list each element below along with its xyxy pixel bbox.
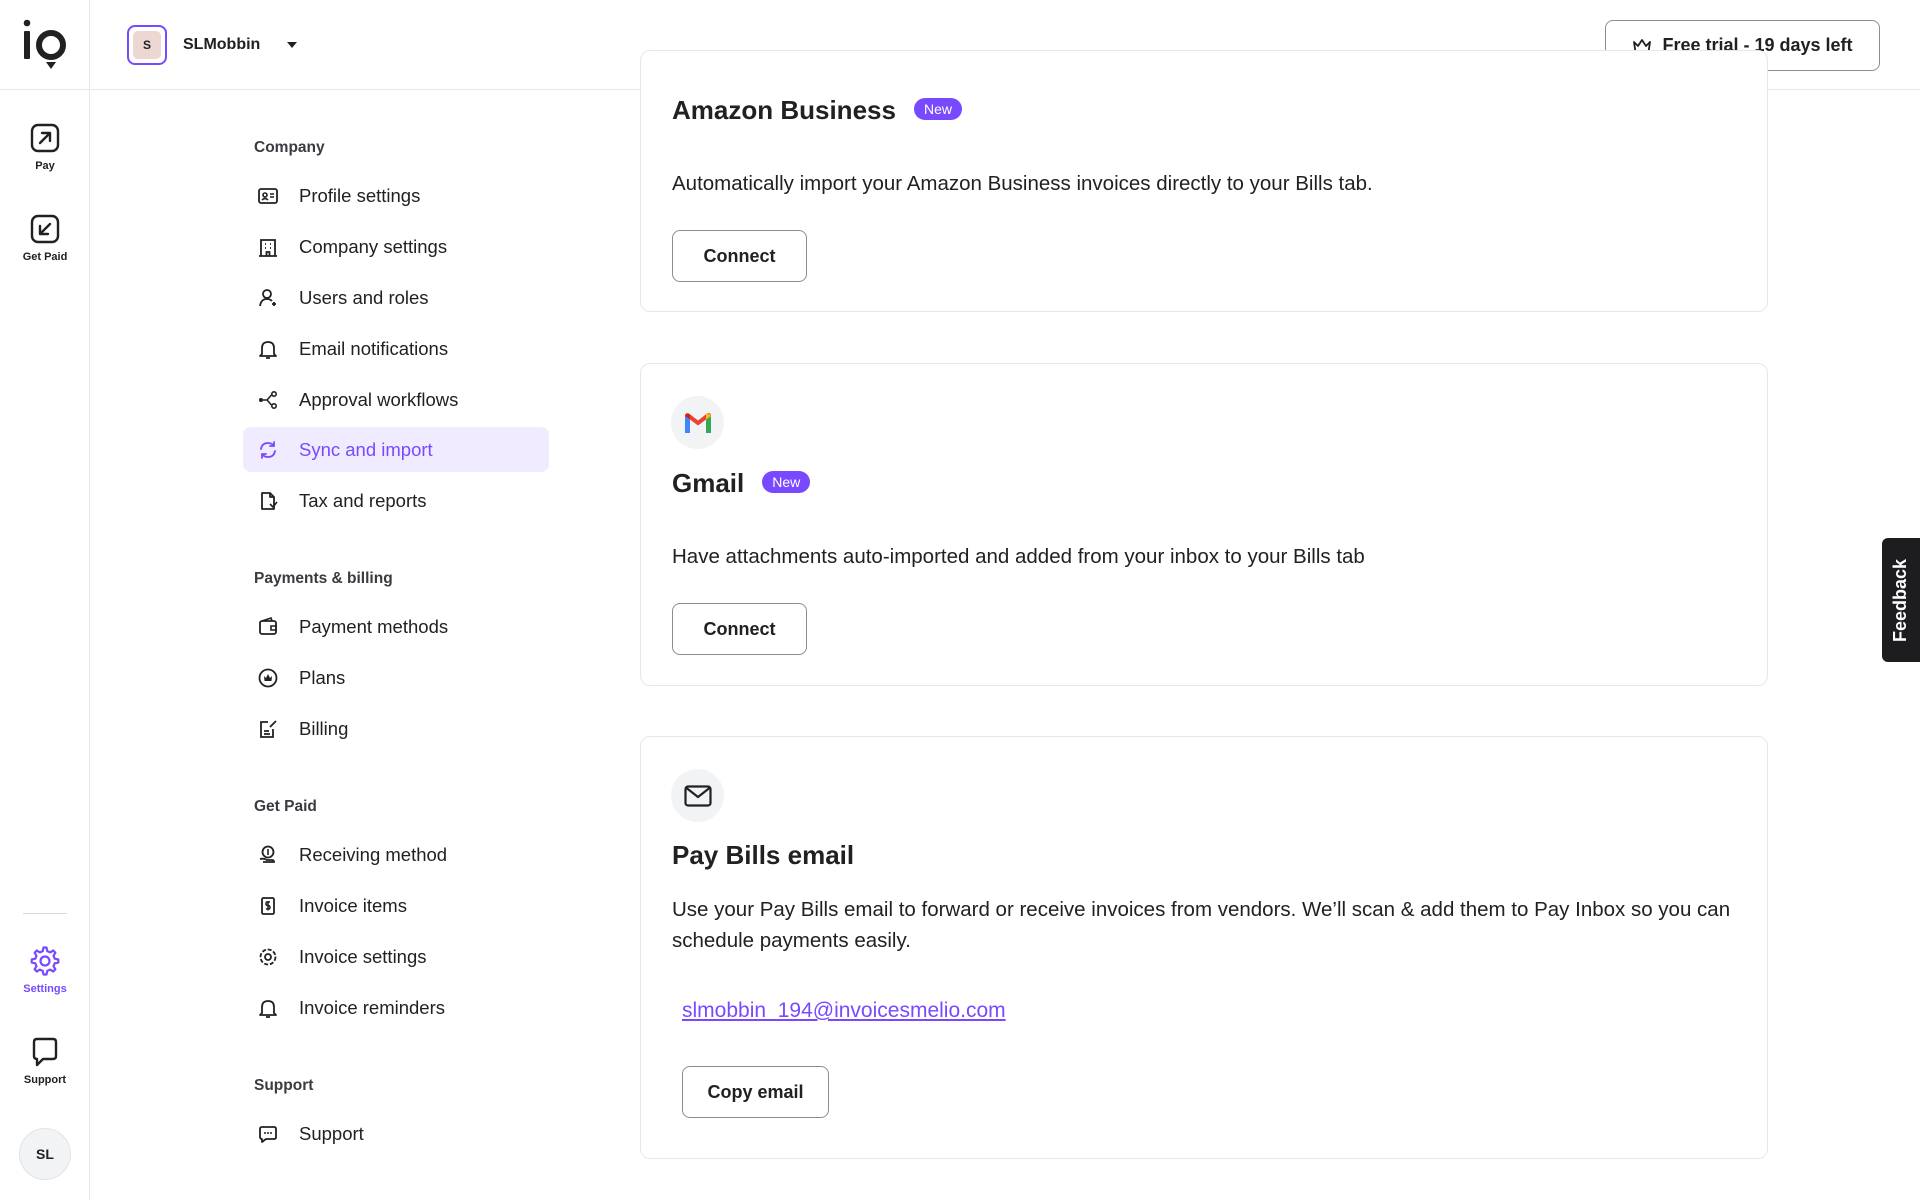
building-icon: [259, 238, 277, 257]
pay-bills-email-address[interactable]: slmobbin_194@invoicesmelio.com: [682, 999, 1006, 1023]
nav-item-receiving-method[interactable]: Receiving method: [243, 832, 549, 877]
nav-item-email-notifications[interactable]: Email notifications: [243, 326, 549, 371]
nav-label: Billing: [299, 717, 349, 739]
nav-label: Payment methods: [299, 615, 449, 637]
gmail-card: Gmail New Have attachments auto-imported …: [640, 363, 1768, 686]
nav-label: Approval workflows: [299, 388, 459, 410]
bell-icon: [259, 340, 277, 359]
receive-money-icon: [259, 845, 275, 863]
org-avatar: S: [127, 25, 167, 65]
rail-label-pay: Pay: [35, 160, 55, 172]
envelope-logo: [671, 769, 724, 822]
nav-item-invoice-settings[interactable]: Invoice settings: [243, 934, 549, 979]
workflow-icon: [259, 390, 278, 409]
feedback-label: Feedback: [1890, 558, 1911, 642]
document-icon: [261, 491, 278, 510]
nav-group-get-paid: Get Paid: [254, 798, 317, 815]
plan-crown-icon: [258, 668, 278, 687]
nav-label: Support: [299, 1122, 364, 1144]
nav-label: Tax and reports: [299, 489, 427, 511]
gmail-connect-button[interactable]: Connect: [672, 603, 807, 655]
sync-icon: [260, 440, 276, 459]
gmail-logo: [671, 396, 724, 449]
bell-icon: [259, 999, 277, 1018]
amazon-business-card: Amazon Business New Automatically import …: [640, 50, 1768, 312]
pay-bills-email-card: Pay Bills email Use your Pay Bills email…: [640, 736, 1768, 1159]
nav-group-support: Support: [254, 1077, 314, 1094]
org-switcher[interactable]: S SLMobbin: [127, 25, 298, 65]
amazon-business-title: Amazon Business New: [672, 95, 962, 126]
rail-divider: [23, 913, 67, 914]
nav-item-support[interactable]: Support: [243, 1111, 549, 1156]
caret-down-icon: [287, 42, 298, 48]
rail-item-settings[interactable]: Settings: [0, 945, 90, 995]
nav-item-billing[interactable]: Billing: [243, 706, 549, 751]
rail-item-pay[interactable]: Pay: [0, 122, 90, 172]
new-badge: New: [762, 471, 811, 494]
nav-label: Email notifications: [299, 337, 449, 359]
nav-item-invoice-reminders[interactable]: Invoice reminders: [243, 985, 549, 1030]
rail-item-support[interactable]: Support: [0, 1036, 90, 1086]
amazon-business-description: Automatically import your Amazon Busines…: [672, 172, 1373, 195]
settings-gear-icon: [259, 948, 277, 965]
user-avatar[interactable]: SL: [19, 1128, 71, 1180]
nav-item-tax-and-reports[interactable]: Tax and reports: [243, 478, 549, 523]
nav-label: Company settings: [299, 235, 448, 257]
arrow-up-right-icon: [30, 123, 60, 153]
app-logo[interactable]: [22, 18, 68, 72]
rail-label-get-paid: Get Paid: [22, 251, 68, 263]
nav-item-sync-and-import[interactable]: Sync and import: [243, 427, 549, 472]
rail-top-divider: [0, 89, 90, 90]
gear-icon: [30, 946, 60, 976]
gmail-icon: [684, 412, 711, 433]
id-card-icon: [258, 187, 278, 204]
nav-label: Invoice reminders: [299, 996, 446, 1018]
nav-label: Sync and import: [299, 438, 433, 460]
nav-item-users-and-roles[interactable]: Users and roles: [243, 275, 549, 320]
nav-item-invoice-items[interactable]: Invoice items: [243, 883, 549, 928]
pay-bills-email-description: Use your Pay Bills email to forward or r…: [672, 898, 1731, 952]
copy-email-button[interactable]: Copy email: [682, 1066, 829, 1118]
nav-item-profile-settings[interactable]: Profile settings: [243, 173, 549, 218]
rail-label-settings: Settings: [23, 983, 67, 995]
chat-icon: [32, 1037, 58, 1067]
user-icon: [259, 288, 276, 306]
arrow-down-left-icon: [30, 214, 60, 244]
pay-bills-email-title: Pay Bills email: [672, 840, 855, 870]
nav-label: Invoice settings: [299, 945, 427, 967]
gmail-title-text: Gmail: [672, 468, 745, 498]
nav-label: Profile settings: [299, 184, 421, 206]
rail-item-get-paid[interactable]: Get Paid: [0, 213, 90, 263]
gmail-title: Gmail New: [672, 468, 811, 499]
amazon-business-title-text: Amazon Business: [672, 95, 896, 125]
org-initial: S: [133, 31, 161, 59]
chat-dots-icon: [259, 1125, 277, 1143]
nav-group-company: Company: [254, 139, 325, 156]
amazon-connect-button[interactable]: Connect: [672, 230, 807, 282]
gmail-description: Have attachments auto-imported and added…: [672, 545, 1365, 568]
envelope-icon: [683, 784, 712, 807]
nav-item-payment-methods[interactable]: Payment methods: [243, 604, 549, 649]
rail-label-support: Support: [23, 1074, 67, 1086]
nav-label: Plans: [299, 666, 346, 688]
nav-group-payments-billing: Payments & billing: [254, 570, 393, 587]
invoice-dollar-icon: [261, 896, 275, 915]
left-rail: Pay Get Paid Settings Support SL: [0, 0, 90, 1200]
receipt-edit-icon: [260, 719, 277, 738]
nav-label: Receiving method: [299, 843, 448, 865]
nav-label: Invoice items: [299, 894, 407, 916]
feedback-tab[interactable]: Feedback: [1882, 538, 1920, 662]
nav-item-approval-workflows[interactable]: Approval workflows: [243, 377, 549, 422]
nav-label: Users and roles: [299, 286, 429, 308]
new-badge: New: [913, 98, 962, 121]
wallet-icon: [259, 616, 277, 635]
nav-item-plans[interactable]: Plans: [243, 655, 549, 700]
nav-item-company-settings[interactable]: Company settings: [243, 224, 549, 269]
org-name: SLMobbin: [183, 36, 261, 53]
